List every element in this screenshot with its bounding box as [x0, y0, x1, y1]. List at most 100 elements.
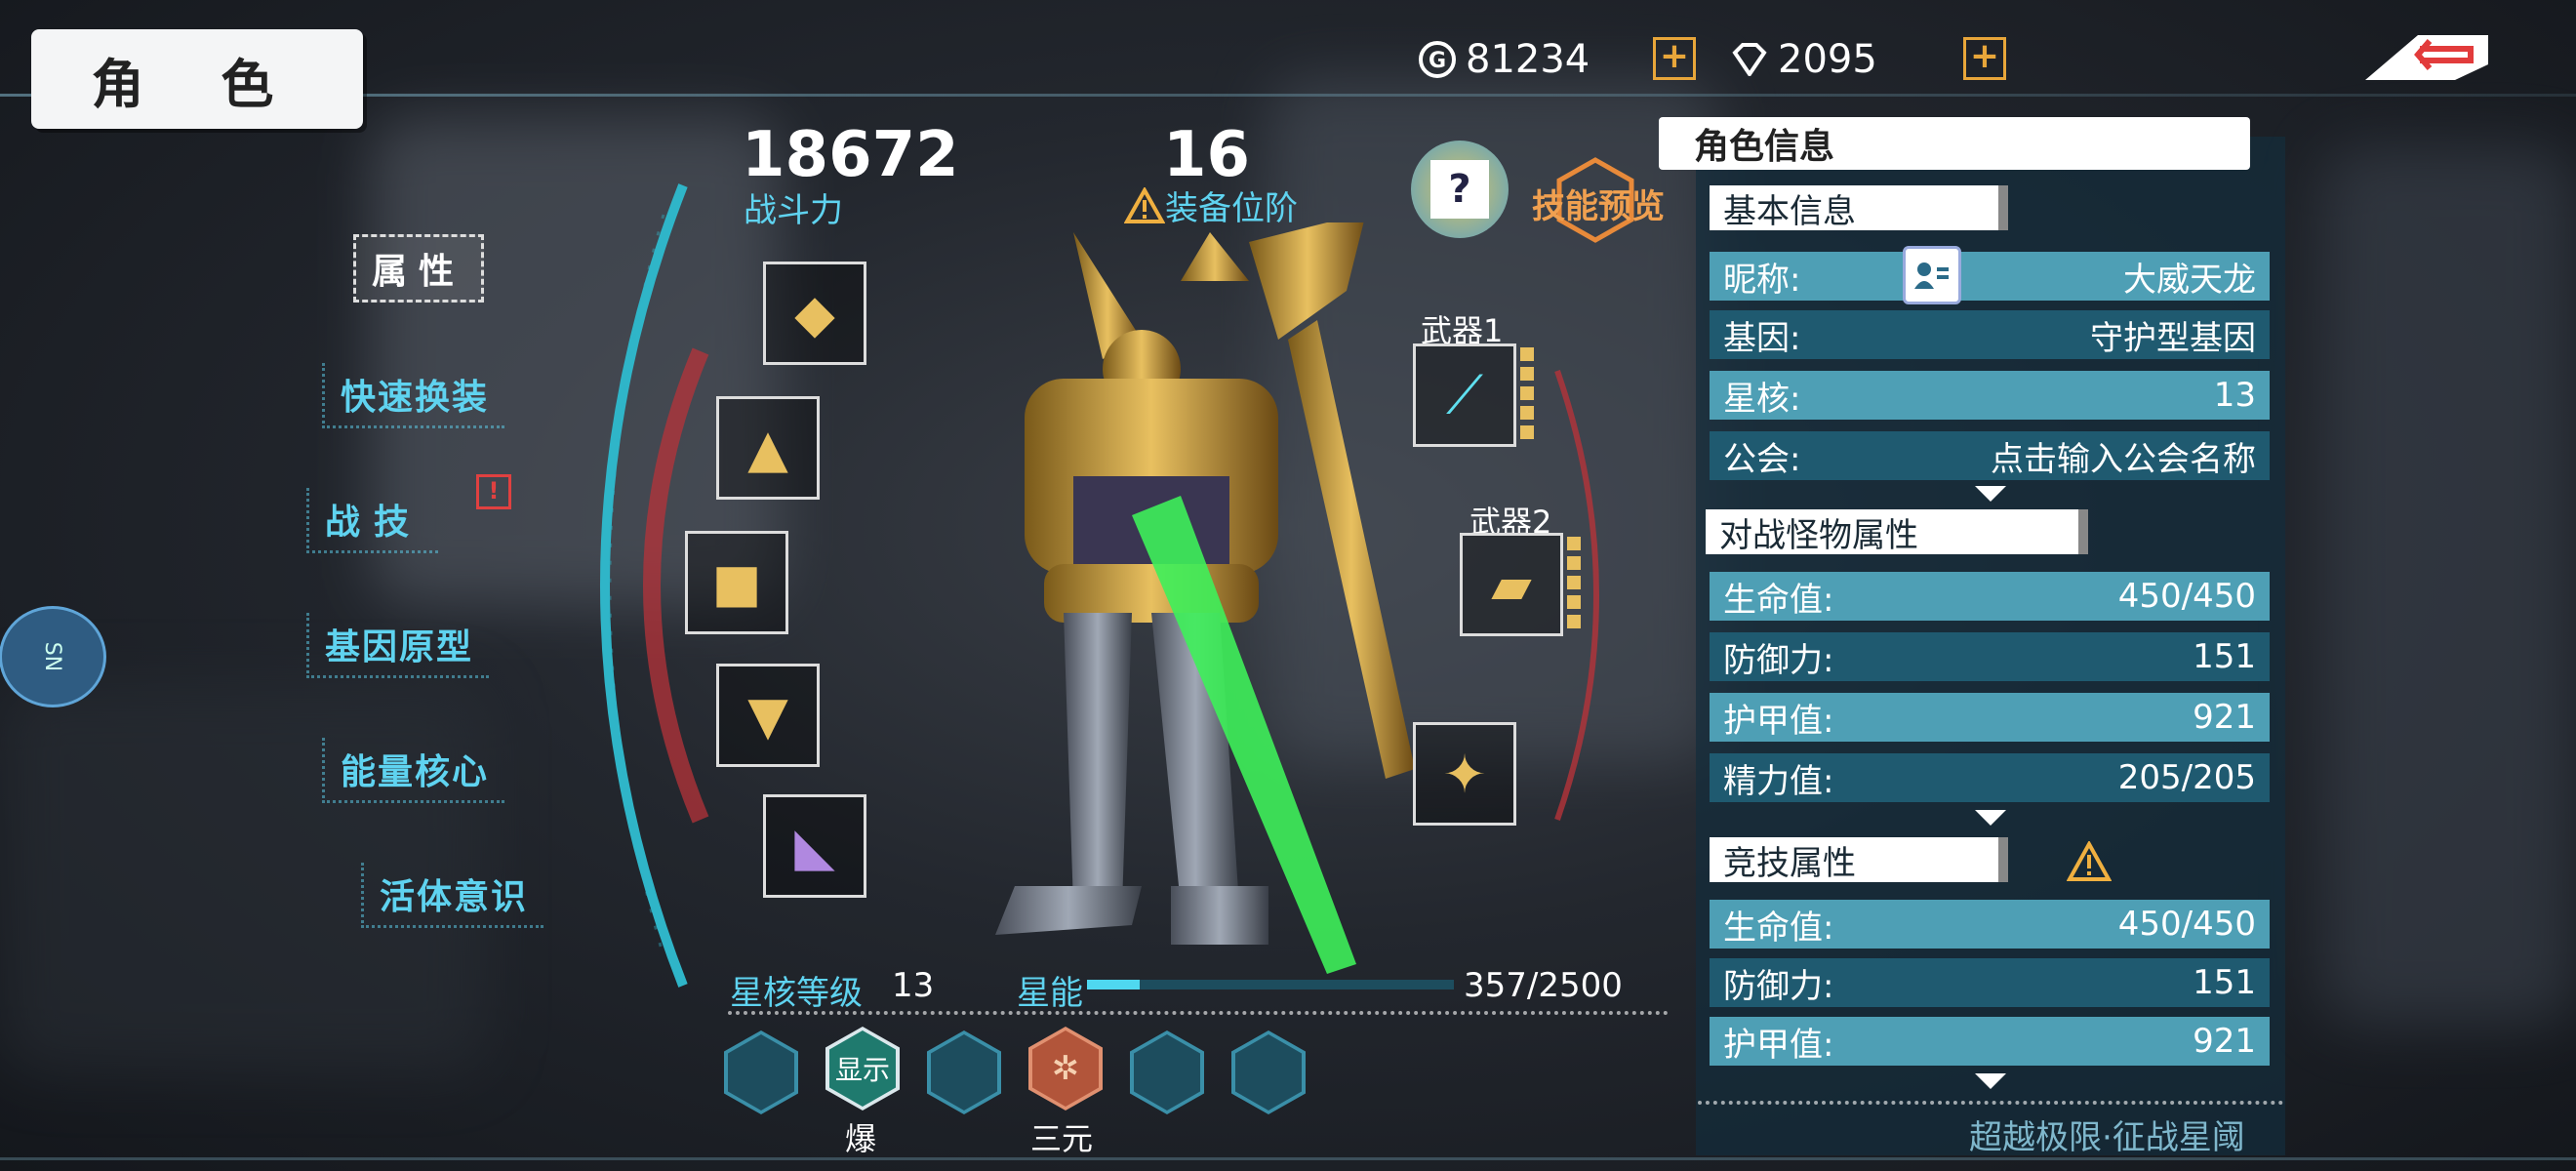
gun-icon: ▰ — [1491, 553, 1532, 616]
gold-amount: 81234 — [1466, 37, 1590, 82]
gold-coin-icon: G — [1417, 39, 1458, 80]
expand-arrow-icon[interactable] — [1975, 1073, 2006, 1089]
star-energy-fill — [1087, 980, 1140, 989]
section-basic-title: 基本信息 — [1710, 185, 2008, 231]
menu-item-living-consciousness[interactable]: 活体意识 — [361, 863, 544, 928]
hex-slot-3[interactable] — [927, 1030, 1001, 1114]
row-star-core: 星核: 13 — [1710, 371, 2270, 420]
row-value: 151 — [2193, 963, 2256, 1002]
star-energy-bar — [1087, 980, 1454, 989]
row-value: 450/450 — [2117, 577, 2256, 616]
side-button-label: SN — [40, 641, 65, 672]
menu-item-energy-core[interactable]: 能量核心 — [322, 738, 505, 803]
row-guild[interactable]: 公会: 点击输入公会名称 — [1710, 431, 2270, 480]
expand-arrow-icon[interactable] — [1975, 486, 2006, 502]
row-label: 生命值: — [1723, 580, 1834, 620]
add-gold-button[interactable]: + — [1653, 37, 1696, 80]
panel-title: 角色信息 — [1659, 117, 2250, 170]
row-value: 151 — [2193, 637, 2256, 676]
menu-item-label: 战技 — [306, 488, 439, 553]
hex-show-label: 显示 — [834, 1054, 890, 1086]
blade-icon: ⟋ — [1446, 364, 1483, 425]
page-title: 角 色 — [31, 29, 363, 129]
equip-slot-head[interactable]: ◆ — [763, 262, 866, 365]
row-label: 护甲值: — [1723, 701, 1834, 741]
star-core-level-label: 星核等级 — [730, 974, 863, 1013]
equip-slot-legs[interactable]: ◣ — [763, 794, 866, 898]
row-label: 防御力: — [1723, 966, 1834, 1006]
hex-label-1: 爆 — [845, 1120, 877, 1157]
character-model — [956, 213, 1464, 984]
warning-icon — [2067, 841, 2112, 881]
hex-slot-6[interactable] — [1231, 1030, 1306, 1114]
star-energy-value: 357/2500 — [1464, 966, 1623, 1005]
hex-slot-2[interactable]: 显示 — [825, 1027, 900, 1110]
menu-item-combat-skills[interactable]: 战技 — [306, 488, 439, 553]
weapon2-level-bar — [1567, 537, 1581, 630]
svg-text:G: G — [1429, 49, 1446, 73]
row-pvp-defense: 防御力: 151 — [1710, 958, 2270, 1007]
menu-item-quick-outfit[interactable]: 快速换装 — [322, 363, 505, 428]
back-button[interactable] — [2361, 29, 2494, 84]
menu-item-label: 属性 — [353, 234, 485, 303]
guild-name-input[interactable]: 点击输入公会名称 — [1991, 432, 2256, 480]
weapon-slot-3[interactable]: ✦ — [1413, 722, 1516, 826]
row-label: 护甲值: — [1723, 1025, 1834, 1065]
hex-slot-4[interactable]: ✲ — [1028, 1027, 1103, 1110]
divider — [728, 1011, 1669, 1015]
row-pvp-armor: 护甲值: 921 — [1710, 1017, 2270, 1066]
hex-slot-5[interactable] — [1130, 1030, 1204, 1114]
triad-icon: ✲ — [1051, 1049, 1080, 1088]
belt-armor-icon: ▼ — [747, 684, 788, 747]
diamond-icon — [1729, 39, 1770, 80]
equip-slot-arms[interactable]: ■ — [685, 531, 788, 634]
row-value: 13 — [2213, 376, 2256, 415]
section-pvp-title: 竞技属性 — [1710, 837, 2008, 883]
weapon-slot-1[interactable]: ⟋ — [1413, 343, 1516, 447]
gold-currency: G 81234 — [1417, 35, 1590, 84]
shoulder-armor-icon: ▲ — [747, 417, 788, 479]
greaves-icon: ◣ — [794, 815, 835, 877]
row-value: 205/205 — [2117, 758, 2256, 797]
divider — [1698, 1101, 2283, 1105]
row-pve-armor: 护甲值: 921 — [1710, 693, 2270, 742]
row-label: 防御力: — [1723, 640, 1834, 680]
row-label: 生命值: — [1723, 908, 1834, 948]
alert-badge: ! — [476, 474, 511, 509]
hex-label-2: 三元 — [1030, 1120, 1094, 1157]
row-gene: 基因: 守护型基因 — [1710, 310, 2270, 359]
warning-icon — [1124, 186, 1165, 223]
profile-card-icon — [1914, 262, 1949, 289]
claw-icon: ✦ — [1442, 743, 1487, 805]
row-label: 精力值: — [1723, 761, 1834, 801]
row-value: 921 — [2193, 698, 2256, 737]
add-diamond-button[interactable]: + — [1963, 37, 2006, 80]
expand-arrow-icon[interactable] — [1975, 810, 2006, 826]
hex-slot-1[interactable] — [724, 1030, 798, 1114]
side-panel-toggle[interactable]: SN — [0, 606, 106, 707]
row-label: 公会: — [1723, 439, 1801, 479]
diamond-amount: 2095 — [1778, 37, 1877, 82]
menu-item-label: 能量核心 — [322, 738, 505, 803]
menu-item-label: 基因原型 — [306, 613, 490, 678]
menu-item-gene-prototype[interactable]: 基因原型 — [306, 613, 490, 678]
helmet-icon: ◆ — [794, 282, 835, 344]
row-pve-defense: 防御力: 151 — [1710, 632, 2270, 681]
star-energy-label: 星能 — [1017, 974, 1083, 1013]
weapon-slot-2[interactable]: ▰ — [1460, 533, 1563, 636]
menu-item-attributes[interactable]: 属性 — [353, 234, 485, 303]
row-pve-hp: 生命值: 450/450 — [1710, 572, 2270, 621]
help-icon: ? — [1430, 160, 1489, 219]
skill-preview-button[interactable]: 技能预览 — [1532, 180, 1665, 227]
diamond-currency: 2095 — [1729, 35, 1877, 84]
equip-slot-shoulder[interactable]: ▲ — [716, 396, 820, 500]
power-label: 战斗力 — [744, 191, 843, 230]
row-pve-stamina: 精力值: 205/205 — [1710, 753, 2270, 802]
row-pvp-hp: 生命值: 450/450 — [1710, 900, 2270, 949]
profile-card-button[interactable] — [1903, 246, 1961, 304]
row-label: 星核: — [1723, 379, 1801, 419]
equip-slot-waist[interactable]: ▼ — [716, 664, 820, 767]
menu-item-label: 快速换装 — [322, 363, 505, 428]
row-label: 昵称: — [1723, 260, 1801, 300]
menu-item-label: 活体意识 — [361, 863, 544, 928]
